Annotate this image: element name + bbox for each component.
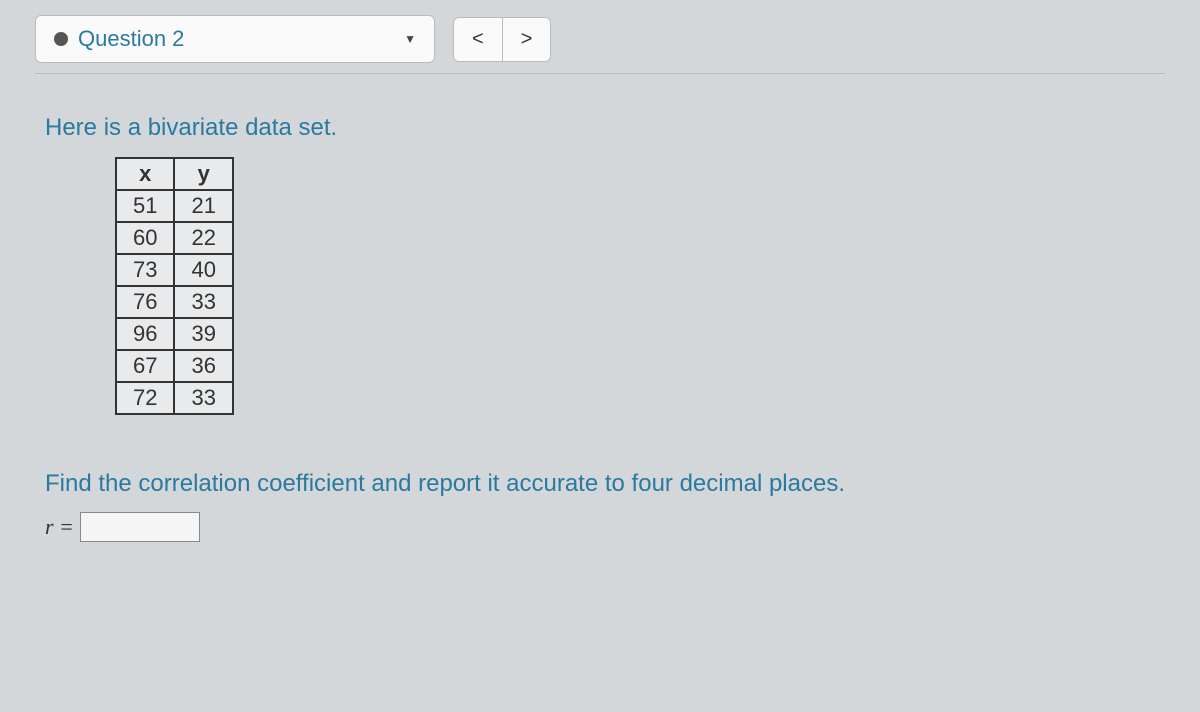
cell-y: 22 [174,222,232,254]
cell-y: 33 [174,286,232,318]
chevron-down-icon: ▼ [404,32,416,46]
question-dropdown[interactable]: Question 2 ▼ [35,15,435,63]
table-header-row: x y [116,158,233,190]
table-row: 72 33 [116,382,233,414]
table-row: 76 33 [116,286,233,318]
cell-x: 96 [116,318,174,350]
answer-input[interactable] [80,512,200,542]
table-row: 67 36 [116,350,233,382]
cell-x: 73 [116,254,174,286]
table-row: 60 22 [116,222,233,254]
question-label-wrap: Question 2 [54,26,184,52]
col-header-x: x [116,158,174,190]
col-header-y: y [174,158,232,190]
instruction-text: Find the correlation coefficient and rep… [45,470,1165,498]
cell-y: 33 [174,382,232,414]
cell-x: 67 [116,350,174,382]
question-header: Question 2 ▼ < > [35,15,1165,63]
question-label-text: Question 2 [78,26,184,52]
cell-x: 72 [116,382,174,414]
table-row: 96 39 [116,318,233,350]
cell-x: 60 [116,222,174,254]
cell-y: 36 [174,350,232,382]
table-row: 51 21 [116,190,233,222]
cell-x: 76 [116,286,174,318]
cell-y: 39 [174,318,232,350]
prev-button[interactable]: < [454,18,503,61]
answer-row: r = [45,512,1165,542]
status-dot-icon [54,32,68,46]
next-button[interactable]: > [503,18,551,61]
cell-x: 51 [116,190,174,222]
cell-y: 40 [174,254,232,286]
divider [35,73,1165,74]
table-row: 73 40 [116,254,233,286]
data-table: x y 51 21 60 22 73 40 76 33 96 39 67 36 [115,157,234,415]
intro-text: Here is a bivariate data set. [45,114,1165,142]
cell-y: 21 [174,190,232,222]
nav-buttons: < > [453,17,551,62]
answer-label: r = [45,514,74,540]
